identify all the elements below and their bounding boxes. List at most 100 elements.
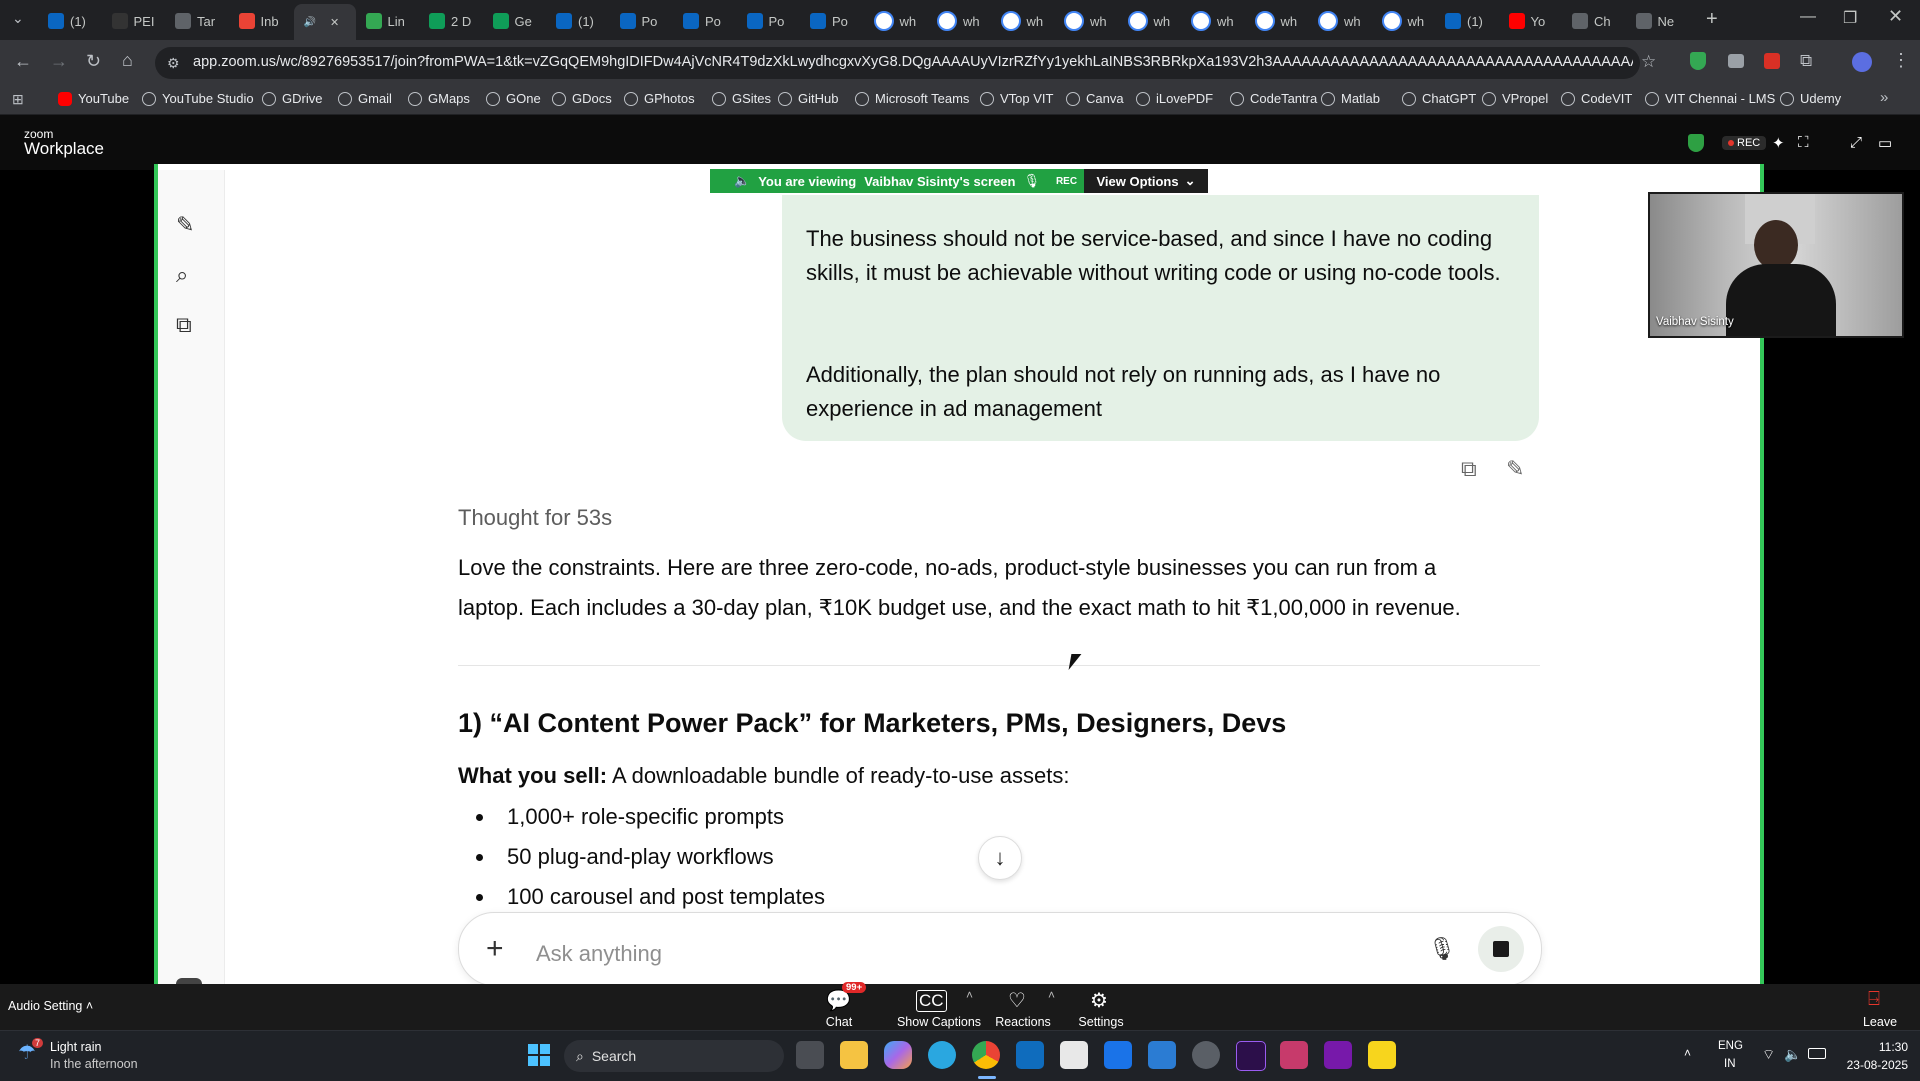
- sticky-notes-icon[interactable]: [1368, 1041, 1396, 1069]
- browser-tab[interactable]: wh: [866, 8, 928, 34]
- bookmark-item[interactable]: Canva: [1066, 91, 1124, 106]
- browser-tab[interactable]: Po: [802, 8, 864, 34]
- app-circle-icon[interactable]: [1192, 1041, 1220, 1069]
- browser-tab[interactable]: 2 D: [421, 8, 483, 34]
- settings-gear-icon[interactable]: ⚙: [1090, 988, 1108, 1013]
- battery-icon[interactable]: [1808, 1048, 1826, 1059]
- leave-button-label[interactable]: Leave: [1862, 1015, 1898, 1029]
- chat-button-label[interactable]: Chat: [816, 1015, 862, 1029]
- copy-message-icon[interactable]: ⧉: [1461, 456, 1477, 482]
- bookmark-item[interactable]: GSites: [712, 91, 771, 106]
- site-info-icon[interactable]: ⚙: [167, 55, 180, 72]
- browser-tab[interactable]: Lin: [358, 8, 420, 34]
- more-bookmarks-icon[interactable]: »: [1880, 89, 1888, 106]
- browser-tab[interactable]: wh: [929, 8, 991, 34]
- attach-plus-icon[interactable]: +: [486, 932, 504, 966]
- bookmark-item[interactable]: GDrive: [262, 91, 322, 106]
- new-chat-icon[interactable]: ✎: [176, 212, 194, 238]
- thought-duration[interactable]: Thought for 53s: [458, 505, 612, 531]
- browser-menu-icon[interactable]: ⋮: [1892, 50, 1910, 71]
- settings-button-label[interactable]: Settings: [1074, 1015, 1128, 1029]
- bookmark-item[interactable]: Udemy: [1780, 91, 1841, 106]
- premiere-icon[interactable]: [1236, 1041, 1266, 1071]
- file-explorer-icon[interactable]: [840, 1041, 868, 1069]
- browser-tab[interactable]: PEI: [104, 8, 166, 34]
- onenote-icon[interactable]: [1324, 1041, 1352, 1069]
- stop-generating-button[interactable]: [1478, 926, 1524, 972]
- bookmark-item[interactable]: GPhotos: [624, 91, 695, 106]
- browser-tab[interactable]: Po: [739, 8, 801, 34]
- minimize-window-button[interactable]: —: [1800, 8, 1816, 26]
- browser-tab[interactable]: Inb: [231, 8, 293, 34]
- fullscreen-icon[interactable]: ⤢: [1850, 134, 1862, 151]
- search-chats-icon[interactable]: ⌕: [176, 262, 188, 288]
- browser-tab[interactable]: Ne: [1628, 8, 1690, 34]
- extension-shield-icon[interactable]: [1690, 52, 1706, 70]
- bookmark-item[interactable]: GOne: [486, 91, 541, 106]
- bookmark-item[interactable]: GMaps: [408, 91, 470, 106]
- edge-icon[interactable]: [928, 1041, 956, 1069]
- show-hidden-icons-chevron[interactable]: ˄: [1684, 1046, 1691, 1060]
- captions-chevron-icon[interactable]: ˄: [966, 988, 973, 1002]
- browser-tab[interactable]: Ch: [1564, 8, 1626, 34]
- start-windows-icon[interactable]: [528, 1044, 550, 1066]
- bookmark-item[interactable]: CodeVIT: [1561, 91, 1632, 106]
- rec-indicator[interactable]: REC: [1722, 136, 1767, 150]
- browser-tab[interactable]: wh: [993, 8, 1055, 34]
- browser-tab[interactable]: wh: [1310, 8, 1372, 34]
- task-view-icon[interactable]: [796, 1041, 824, 1069]
- apps-icon[interactable]: ⛶: [1798, 134, 1809, 151]
- wifi-icon[interactable]: ⌔: [1762, 1046, 1775, 1064]
- extensions-puzzle-icon[interactable]: ⧉: [1800, 51, 1812, 71]
- bookmark-item[interactable]: VIT Chennai - LMS: [1645, 91, 1775, 106]
- reactions-button-label[interactable]: Reactions: [990, 1015, 1056, 1029]
- snipping-tool-icon[interactable]: [1280, 1041, 1308, 1069]
- bookmark-item[interactable]: VTop VIT: [980, 91, 1053, 106]
- browser-tab[interactable]: Po: [675, 8, 737, 34]
- bookmark-star-icon[interactable]: ☆: [1641, 52, 1656, 72]
- view-options-button[interactable]: View Options ⌄: [1084, 169, 1208, 193]
- clock-time[interactable]: 11:30: [1858, 1040, 1908, 1054]
- encryption-shield-icon[interactable]: [1688, 134, 1704, 152]
- captions-icon[interactable]: CC: [916, 990, 947, 1012]
- prompt-input[interactable]: [534, 940, 1338, 968]
- reactions-icon[interactable]: ♡: [1008, 988, 1026, 1013]
- bookmark-item[interactable]: GDocs: [552, 91, 612, 106]
- language-eng[interactable]: ENG: [1718, 1040, 1743, 1052]
- new-tab-button[interactable]: +: [1706, 8, 1718, 31]
- edit-message-icon[interactable]: ✎: [1506, 456, 1524, 482]
- desktop-app-icon[interactable]: [1104, 1041, 1132, 1069]
- volume-icon[interactable]: 🔈: [1784, 1046, 1801, 1063]
- library-icon[interactable]: ⧉: [176, 312, 192, 338]
- bookmark-item[interactable]: YouTube: [58, 91, 129, 106]
- outlook-icon[interactable]: [1016, 1041, 1044, 1069]
- browser-tab[interactable]: (1): [40, 8, 102, 34]
- bookmark-item[interactable]: VPropel: [1482, 91, 1548, 106]
- browser-tab[interactable]: wh: [1183, 8, 1245, 34]
- bookmark-item[interactable]: Gmail: [338, 91, 392, 106]
- extension-pocket-icon[interactable]: [1764, 53, 1780, 69]
- browser-tab[interactable]: wh: [1056, 8, 1118, 34]
- scroll-to-bottom-button[interactable]: ↓: [978, 836, 1022, 880]
- tab-search-icon[interactable]: ⌄: [12, 10, 24, 27]
- url-text[interactable]: app.zoom.us/wc/89276953517/join?fromPWA=…: [193, 54, 1633, 70]
- extension-camera-icon[interactable]: [1728, 54, 1744, 68]
- ai-companion-icon[interactable]: ✦: [1772, 134, 1785, 152]
- view-layout-icon[interactable]: ▭: [1878, 134, 1892, 152]
- apps-grid-icon[interactable]: ⊞: [12, 91, 24, 108]
- chrome-icon[interactable]: [972, 1041, 1000, 1069]
- bookmark-item[interactable]: Matlab: [1321, 91, 1380, 106]
- bookmark-item[interactable]: Microsoft Teams: [855, 91, 969, 106]
- browser-tab[interactable]: (1): [548, 8, 610, 34]
- home-button[interactable]: ⌂: [122, 50, 133, 71]
- close-window-button[interactable]: ✕: [1888, 6, 1903, 27]
- profile-avatar[interactable]: [1852, 52, 1872, 72]
- language-in[interactable]: IN: [1724, 1058, 1736, 1070]
- audio-setting-button[interactable]: Audio Setting ˄: [8, 999, 93, 1013]
- restore-window-button[interactable]: ❐: [1843, 8, 1857, 28]
- browser-tab[interactable]: Yo: [1501, 8, 1563, 34]
- bookmark-item[interactable]: GitHub: [778, 91, 838, 106]
- weather-line-1[interactable]: Light rain: [50, 1040, 101, 1054]
- microphone-icon[interactable]: 🎙: [1428, 936, 1456, 962]
- bookmark-item[interactable]: iLovePDF: [1136, 91, 1213, 106]
